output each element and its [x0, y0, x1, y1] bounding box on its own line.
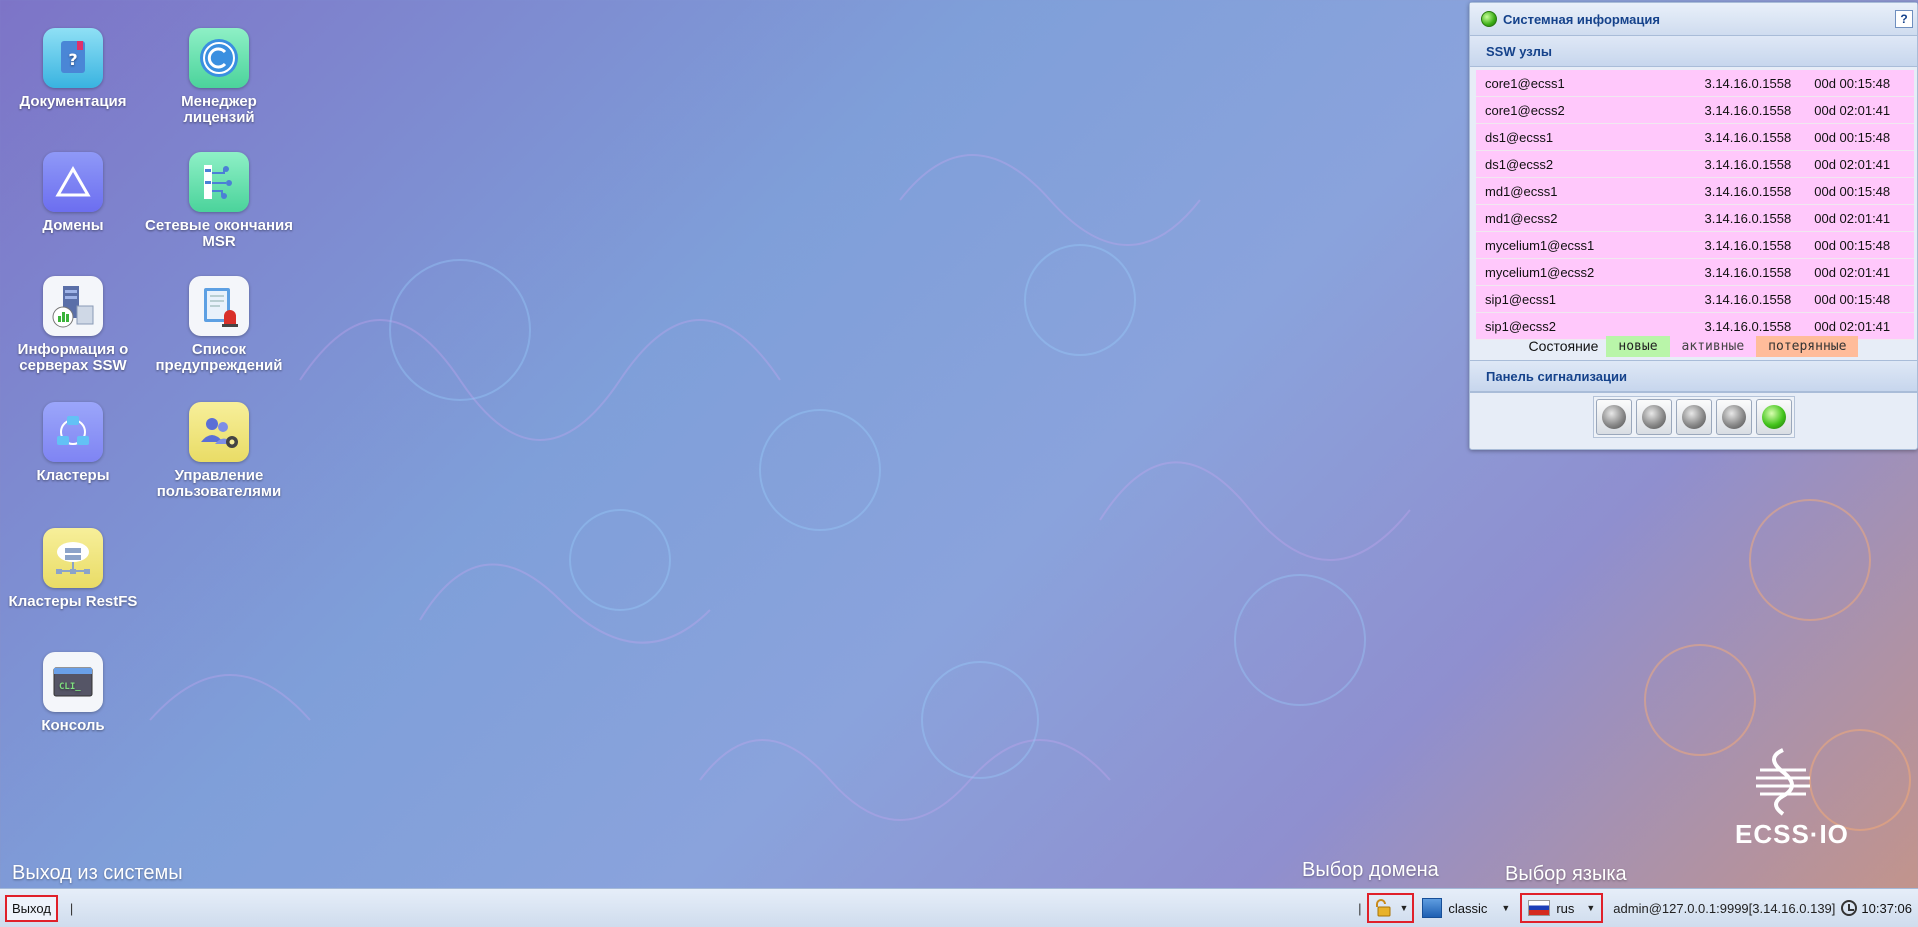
node-row[interactable]: mycelium1@ecss2 3.14.16.0.1558 00d 02:01:4…: [1476, 259, 1914, 286]
state-active-chip: активные: [1669, 335, 1757, 357]
desktop-icon-console[interactable]: CLI_ Консоль: [0, 652, 148, 734]
logout-button[interactable]: Выход: [5, 894, 58, 922]
node-row[interactable]: core1@ecss2 3.14.16.0.1558 00d 02:01:41: [1476, 97, 1914, 124]
cloud-storage-icon: [43, 528, 103, 588]
ecss-logo: ECSS·IO: [1735, 748, 1849, 850]
alarm-panel: [1470, 392, 1917, 441]
domain-select-button[interactable]: ▼: [1367, 893, 1415, 923]
desktop-icon-alarm-list[interactable]: Список предупреждений: [144, 276, 294, 374]
node-row[interactable]: mycelium1@ecss1 3.14.16.0.1558 00d 00:15:4…: [1476, 232, 1914, 259]
annotation-logout: Выход из системы: [12, 862, 183, 884]
system-info-header[interactable]: Системная информация ?: [1470, 3, 1917, 36]
desktop-icon-license-manager[interactable]: Менеджер лицензий: [144, 28, 294, 126]
server-stats-icon: [43, 276, 103, 336]
node-row[interactable]: md1@ecss1 3.14.16.0.1558 00d 00:15:48: [1476, 178, 1914, 205]
console-icon: CLI_: [43, 652, 103, 712]
cluster-icon: [43, 402, 103, 462]
node-row[interactable]: core1@ecss1 3.14.16.0.1558 00d 00:15:48: [1476, 70, 1914, 97]
node-row[interactable]: ds1@ecss1 3.14.16.0.1558 00d 00:15:48: [1476, 124, 1914, 151]
alarm-list-icon: [189, 276, 249, 336]
grey-lamp-icon: [1681, 405, 1706, 429]
ecss-logo-text: ECSS·IO: [1735, 819, 1849, 849]
node-row[interactable]: sip1@ecss1 3.14.16.0.1558 00d 00:15:48: [1476, 286, 1914, 313]
annotation-domain: Выбор домена: [1302, 859, 1439, 881]
clock-time: 10:37:06: [1861, 900, 1912, 916]
user-management-icon: [189, 402, 249, 462]
language-label: rus: [1556, 900, 1575, 916]
taskbar-separator: |: [69, 900, 74, 916]
annotation-language: Выбор языка: [1505, 863, 1627, 885]
triangle-icon: [43, 152, 103, 212]
language-select[interactable]: rus ▼: [1520, 893, 1604, 923]
ssw-nodes-list: core1@ecss1 3.14.16.0.1558 00d 00:15:48 co…: [1476, 70, 1914, 340]
grey-lamp-icon: [1641, 405, 1666, 429]
desktop-icon-documentation[interactable]: ? Документация: [0, 28, 148, 110]
current-user-info: admin@127.0.0.1:9999[3.14.16.0.139]: [1613, 900, 1836, 916]
tray-separator: |: [1358, 900, 1362, 916]
desktop-icon-user-management[interactable]: Управление пользователями: [144, 402, 294, 500]
alarm-lamp-button[interactable]: [1715, 399, 1752, 435]
system-info-window[interactable]: Системная информация ? SSW узлы core1@ec…: [1469, 2, 1918, 450]
grey-lamp-icon: [1721, 405, 1746, 429]
green-lamp-icon: [1761, 405, 1786, 429]
unlock-icon: [1376, 899, 1391, 917]
node-row[interactable]: ds1@ecss2 3.14.16.0.1558 00d 02:01:41: [1476, 151, 1914, 178]
state-lost-chip: потерянные: [1756, 335, 1859, 357]
copyright-icon: [189, 28, 249, 88]
network-endpoints-icon: [189, 152, 249, 212]
node-row[interactable]: md1@ecss2 3.14.16.0.1558 00d 02:01:41: [1476, 205, 1914, 232]
desktop-icon-ssw-servers[interactable]: Информация о серверах SSW: [0, 276, 148, 374]
state-legend: Состояние новые активные потерянные: [1470, 332, 1917, 360]
chevron-down-icon: ▼: [1586, 903, 1596, 913]
alarm-panel-header[interactable]: Панель сигнализации: [1470, 360, 1917, 392]
desktop-icon-clusters[interactable]: Кластеры: [0, 402, 148, 484]
desktop-icon-restfs-clusters[interactable]: Кластеры RestFS: [0, 528, 148, 610]
svg-text:CLI_: CLI_: [59, 682, 81, 692]
system-info-title: Системная информация: [1503, 11, 1660, 27]
russian-flag-icon: [1528, 900, 1551, 916]
taskbar-tray: | ▼ classic ▼ rus ▼ admin@127.0.0.1:9999…: [1346, 893, 1918, 923]
status-led-icon: [1481, 11, 1497, 27]
alarm-lamp-button[interactable]: [1595, 399, 1632, 435]
alarm-lamp-button[interactable]: [1675, 399, 1712, 435]
chevron-down-icon: ▼: [1399, 903, 1409, 913]
ecss-logo-mark: [1756, 748, 1810, 816]
theme-icon: [1422, 898, 1443, 918]
help-book-icon: ?: [43, 28, 103, 88]
clock-icon: [1841, 900, 1858, 916]
state-new-chip: новые: [1606, 335, 1670, 357]
taskbar: Выход | | ▼ classic ▼ rus ▼ admin@127.0.…: [0, 888, 1918, 927]
grey-lamp-icon: [1601, 405, 1626, 429]
theme-label: classic: [1448, 900, 1488, 916]
ssw-nodes-header[interactable]: SSW узлы: [1470, 36, 1917, 67]
chevron-down-icon: ▼: [1501, 903, 1511, 913]
help-button[interactable]: ?: [1895, 10, 1913, 28]
alarm-lamps: [1592, 396, 1795, 438]
desktop-icon-domains[interactable]: Домены: [0, 152, 148, 234]
desktop-icon-msr-endpoints[interactable]: Сетевые окончания MSR: [144, 152, 294, 250]
clock: 10:37:06: [1841, 900, 1912, 916]
alarm-lamp-button[interactable]: [1635, 399, 1672, 435]
svg-text:?: ?: [68, 50, 77, 69]
state-legend-label: Состояние: [1528, 338, 1599, 354]
alarm-lamp-button[interactable]: [1755, 399, 1792, 435]
theme-select[interactable]: classic ▼: [1422, 898, 1510, 918]
